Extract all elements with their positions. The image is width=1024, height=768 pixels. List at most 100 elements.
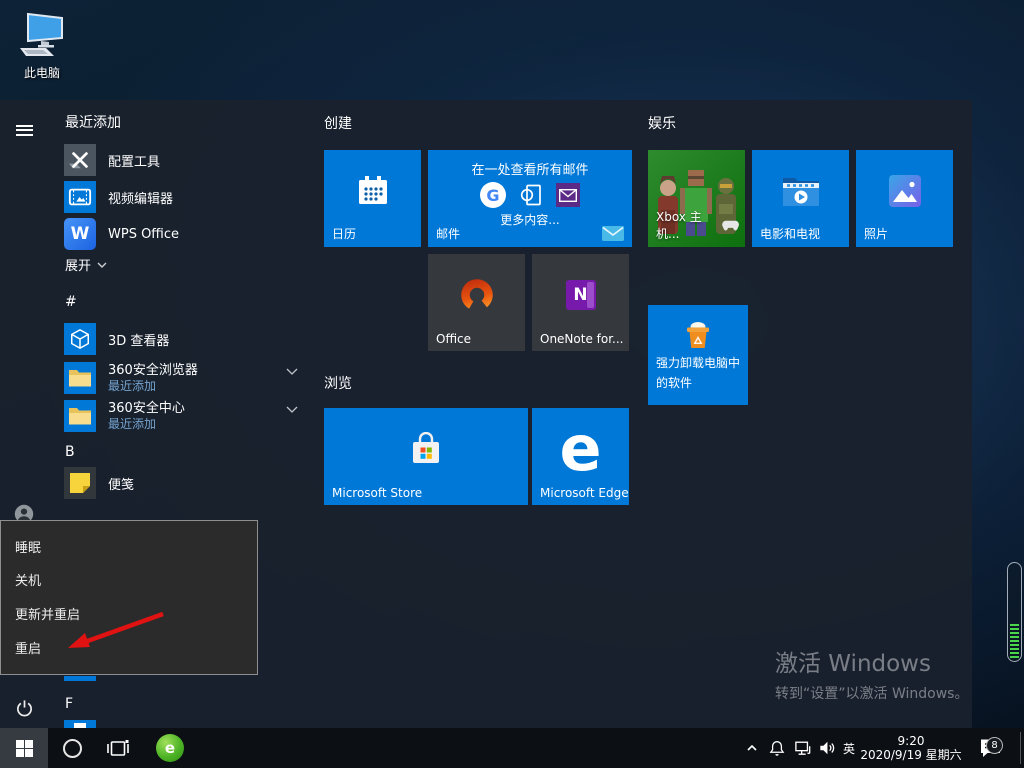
this-pc-icon [20, 12, 63, 56]
app-item-3d-viewer[interactable]: 3D 查看器 [64, 323, 308, 355]
power-button[interactable] [6, 690, 42, 726]
tile-microsoft-store[interactable]: Microsoft Store [324, 408, 528, 505]
outlook-icon [520, 184, 541, 206]
sticky-notes-icon [64, 467, 96, 499]
store-icon [413, 431, 439, 463]
folder-icon [64, 362, 96, 394]
chevron-up-icon [747, 744, 757, 751]
mail-icon [602, 226, 624, 241]
section-letter-b[interactable]: B [65, 444, 75, 460]
app-label: 视频编辑器 [108, 191, 174, 207]
app-label: 便笺 [108, 477, 135, 493]
app-item-wps-office[interactable]: W WPS Office [64, 218, 308, 250]
email-envelope-icon [556, 183, 580, 207]
power-option-sleep[interactable]: 睡眠 [15, 539, 235, 559]
tile-label: 照片 [864, 227, 889, 241]
tile-photos[interactable]: 照片 [856, 150, 953, 247]
accelerator-widget[interactable] [1007, 562, 1022, 662]
tile-label: 邮件 [436, 227, 461, 241]
tile-uninstaller[interactable]: 强力卸载电脑中的软件 [648, 305, 748, 405]
app-label: 3D 查看器 [108, 333, 170, 349]
app-sublabel: 最近添加 [108, 378, 157, 393]
app-item-config-tools[interactable]: 配置工具 [64, 144, 308, 176]
chevron-down-icon[interactable] [286, 406, 298, 413]
expand-toggle[interactable]: 展开 [65, 255, 107, 274]
bell-icon [769, 740, 785, 756]
expand-label: 展开 [65, 259, 92, 274]
app-group-360-center[interactable]: 360安全中心 最近添加 [64, 396, 308, 436]
tile-label: 电影和电视 [760, 227, 821, 241]
office-icon [460, 278, 493, 311]
google-icon: G [480, 182, 506, 208]
chevron-down-icon [97, 262, 107, 268]
task-view-button[interactable] [100, 728, 136, 768]
cortana-icon [62, 738, 82, 758]
tile-xbox[interactable]: Xbox 主机... [648, 150, 745, 247]
photos-icon [888, 174, 921, 207]
power-option-update-restart[interactable]: 更新并重启 [15, 606, 235, 626]
tile-office[interactable]: Office [428, 254, 525, 351]
app-label: 360安全浏览器 [108, 362, 198, 378]
app-label: WPS Office [108, 226, 180, 242]
desktop: 此电脑 激活 Windows 转到“设置”以激活 Windows。 最近添加 配… [0, 0, 1024, 768]
tile-label: 强力卸载电脑中的软件 [656, 356, 741, 390]
accelerator-level [1010, 624, 1019, 658]
power-option-restart[interactable]: 重启 [15, 640, 235, 660]
ime-indicator[interactable]: 英 [838, 728, 860, 768]
wps-icon: W [64, 218, 96, 250]
tile-onenote[interactable]: N OneNote for... [532, 254, 629, 351]
app-sublabel: 最近添加 [108, 416, 157, 431]
speaker-icon [820, 741, 835, 755]
menu-button[interactable] [6, 112, 42, 148]
tile-movies-tv[interactable]: 电影和电视 [752, 150, 849, 247]
browser-360-button[interactable]: e [150, 728, 190, 768]
section-letter-f[interactable]: F [65, 696, 73, 712]
tile-microsoft-edge[interactable]: e Microsoft Edge [532, 408, 629, 505]
network-button[interactable] [790, 728, 816, 768]
tile-mail[interactable]: 在一处查看所有邮件 G 更多内容... 邮件 [428, 150, 632, 247]
config-tools-icon [64, 144, 96, 176]
group-title-entertainment[interactable]: 娱乐 [648, 113, 676, 133]
power-icon [16, 699, 32, 716]
windows-logo-icon [15, 739, 33, 757]
show-desktop-strip[interactable] [1020, 732, 1021, 764]
video-editor-icon [64, 181, 96, 213]
browser-360-icon: e [156, 734, 184, 762]
chevron-down-icon[interactable] [286, 368, 298, 375]
3d-viewer-icon [64, 323, 96, 355]
desktop-icon-this-pc[interactable]: 此电脑 [10, 12, 74, 81]
start-button[interactable] [0, 728, 48, 768]
group-title-browse[interactable]: 浏览 [324, 373, 352, 393]
app-icon-fragment [64, 676, 96, 681]
game-controller-icon [722, 220, 739, 230]
app-icon-fragment [64, 720, 96, 728]
app-item-sticky-notes[interactable]: 便笺 [64, 467, 308, 499]
volume-button[interactable] [814, 728, 840, 768]
action-center-button[interactable]: 8 [972, 728, 1016, 768]
movies-tv-icon [782, 177, 819, 206]
power-option-shutdown[interactable]: 关机 [15, 572, 235, 592]
notification-bell-button[interactable] [764, 728, 790, 768]
recent-added-header: 最近添加 [65, 115, 121, 131]
tile-label: OneNote for... [540, 332, 624, 346]
cortana-button[interactable] [54, 728, 90, 768]
app-group-360-browser[interactable]: 360安全浏览器 最近添加 [64, 358, 308, 398]
network-icon [795, 741, 811, 755]
mail-banner-text: 在一处查看所有邮件 [471, 163, 589, 178]
notification-count-badge: 8 [986, 737, 1003, 754]
clock[interactable]: 9:20 2020/9/19 星期六 [858, 728, 964, 768]
tray-expand-button[interactable] [740, 728, 764, 768]
tile-calendar[interactable]: 日历 [324, 150, 421, 247]
clock-time: 9:20 [897, 734, 925, 748]
tile-label: Xbox 主机... [656, 210, 702, 241]
taskbar: e 英 9:20 2020/9/19 星期六 8 [0, 728, 1024, 768]
app-item-video-editor[interactable]: 视频编辑器 [64, 181, 308, 213]
section-letter-hash[interactable]: # [65, 294, 77, 310]
tile-label: Microsoft Edge [540, 486, 629, 500]
group-title-create[interactable]: 创建 [324, 113, 352, 133]
clock-date: 2020/9/19 星期六 [860, 748, 962, 762]
power-flyout: 睡眠 关机 更新并重启 重启 [0, 520, 258, 675]
task-view-icon [107, 740, 129, 756]
app-label: 配置工具 [108, 154, 161, 170]
app-label: 360安全中心 [108, 400, 185, 416]
